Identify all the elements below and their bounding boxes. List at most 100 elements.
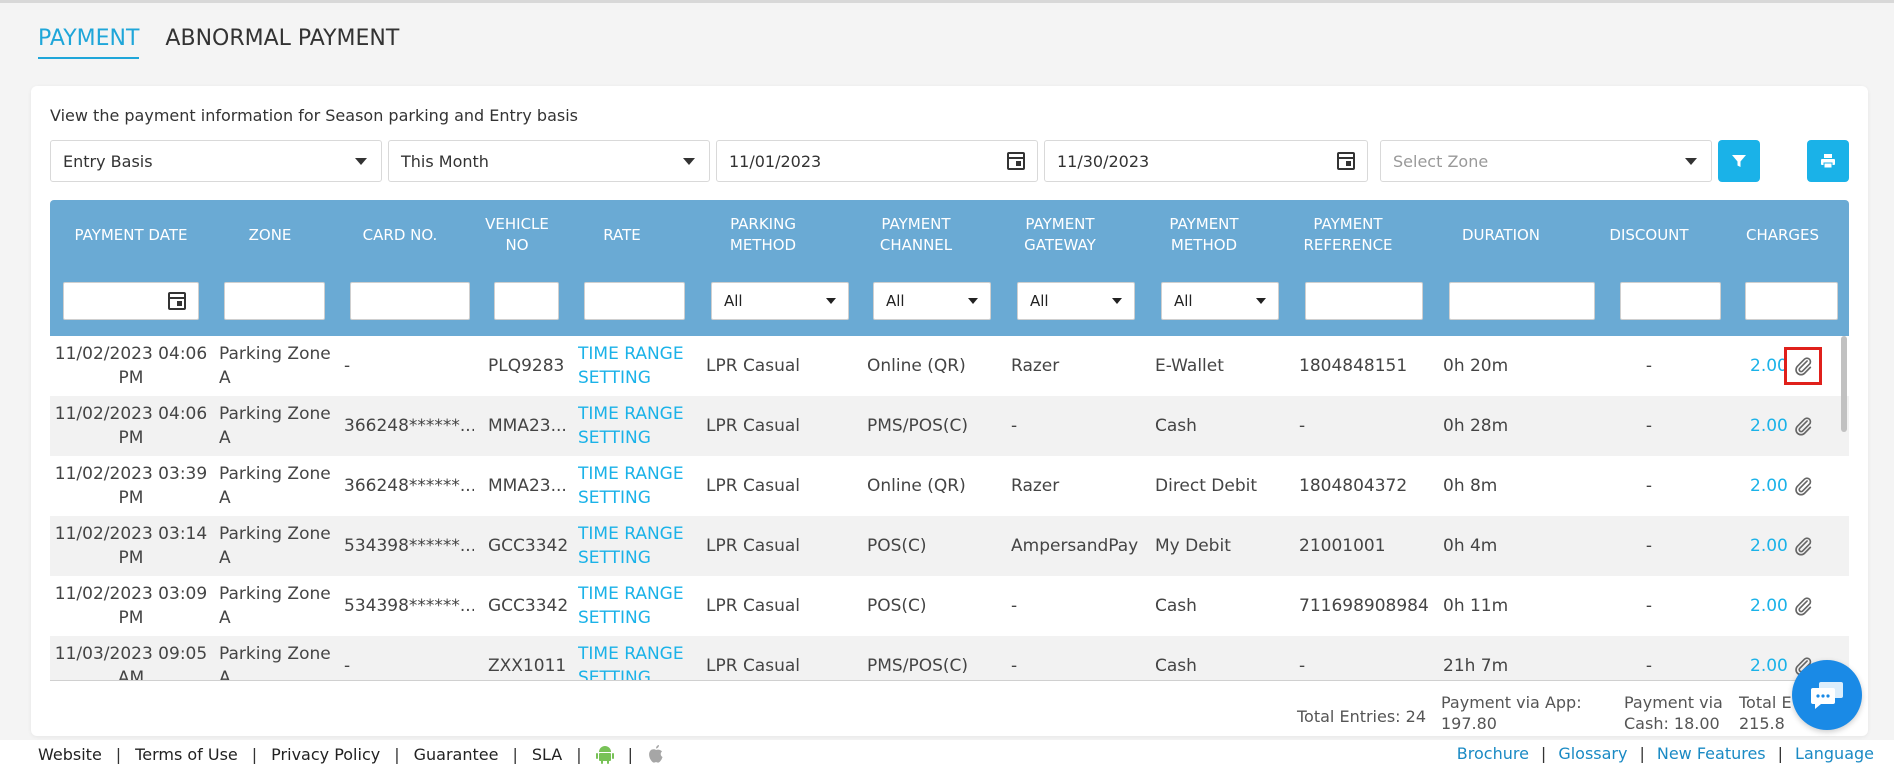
end-date-input[interactable]: 11/30/2023 (1044, 140, 1368, 182)
cell-payment-method: My Debit (1155, 536, 1231, 556)
column-header-payment-reference[interactable]: PAYMENT REFERENCE (1276, 200, 1420, 270)
payment-reference-filter-input[interactable] (1305, 282, 1423, 320)
cell-charges[interactable]: 2.00 (1750, 576, 1790, 636)
column-header-parking-method[interactable]: PARKING METHOD (682, 200, 844, 270)
attachment-button[interactable] (1791, 474, 1815, 498)
cell-payment-date: 11/03/2023 09:05 AM (54, 644, 208, 680)
payment-channel-filter-select[interactable]: All (873, 282, 991, 320)
vehicle-no-filter-input[interactable] (494, 282, 559, 320)
rate-filter-input[interactable] (584, 282, 685, 320)
cell-charges[interactable]: 2.00 (1750, 456, 1790, 516)
column-header-discount[interactable]: DISCOUNT (1582, 200, 1716, 270)
footer-link-sla[interactable]: SLA (532, 745, 562, 764)
period-select-value: This Month (401, 151, 489, 171)
calendar-icon[interactable] (168, 292, 186, 310)
table-row[interactable]: 11/02/2023 03:39 PM Parking Zone A 366248*… (50, 456, 1849, 516)
payment-channel-filter-value: All (886, 292, 905, 310)
cell-discount: - (1645, 596, 1653, 616)
table-row[interactable]: 11/02/2023 03:09 PM Parking Zone A 534398*… (50, 576, 1849, 636)
start-date-input[interactable]: 11/01/2023 (716, 140, 1038, 182)
column-header-zone[interactable]: ZONE (212, 200, 328, 270)
tab-payment[interactable]: PAYMENT (38, 26, 140, 59)
footer-link-glossary[interactable]: Glossary (1558, 744, 1627, 763)
cell-payment-channel: POS(C) (867, 596, 927, 616)
cell-zone: Parking Zone A (219, 404, 331, 448)
cell-vehicle-no: GCC3342 (488, 536, 569, 556)
card-no-filter-input[interactable] (350, 282, 470, 320)
attachment-button[interactable] (1784, 347, 1822, 385)
zone-filter-input[interactable] (224, 282, 325, 320)
cell-rate[interactable]: TIME RANGE SETTING (578, 336, 698, 396)
cell-rate[interactable]: TIME RANGE SETTING (578, 516, 698, 576)
tab-abnormal-payment[interactable]: ABNORMAL PAYMENT (165, 26, 399, 59)
payment-date-filter-input[interactable] (63, 282, 199, 320)
charges-filter-input[interactable] (1745, 282, 1838, 320)
cell-payment-gateway: - (1011, 416, 1018, 436)
column-header-vehicle-no[interactable]: VEHICLE NO (472, 200, 562, 270)
cell-charges[interactable]: 2.00 (1750, 396, 1790, 456)
cell-rate[interactable]: TIME RANGE SETTING (578, 396, 698, 456)
print-button[interactable] (1807, 140, 1849, 182)
filter-icon (1732, 155, 1746, 167)
calendar-icon[interactable] (1337, 152, 1355, 170)
attachment-button[interactable] (1791, 414, 1815, 438)
table-row[interactable]: 11/02/2023 04:06 PM Parking Zone A - PLQ92… (50, 336, 1849, 396)
column-header-payment-method[interactable]: PAYMENT METHOD (1132, 200, 1276, 270)
cell-zone: Parking Zone A (219, 584, 331, 628)
cell-charges[interactable]: 2.00 (1750, 636, 1790, 680)
footer-link-website[interactable]: Website (38, 745, 102, 764)
payment-method-filter-select[interactable]: All (1161, 282, 1279, 320)
attachment-button[interactable] (1791, 594, 1815, 618)
footer-link-brochure[interactable]: Brochure (1457, 744, 1529, 763)
table-row[interactable]: 11/02/2023 03:14 PM Parking Zone A 534398*… (50, 516, 1849, 576)
cell-discount: - (1645, 416, 1653, 436)
payment-gateway-filter-select[interactable]: All (1017, 282, 1135, 320)
footer-link-privacy-policy[interactable]: Privacy Policy (271, 745, 380, 764)
column-header-rate[interactable]: RATE (562, 200, 682, 270)
column-header-charges[interactable]: CHARGES (1716, 200, 1849, 270)
column-header-payment-channel[interactable]: PAYMENT CHANNEL (844, 200, 988, 270)
footer-link-terms-of-use[interactable]: Terms of Use (135, 745, 238, 764)
cell-discount: - (1645, 356, 1653, 376)
cell-rate[interactable]: TIME RANGE SETTING (578, 636, 698, 680)
cell-parking-method: LPR Casual (706, 476, 800, 496)
type-select[interactable]: Entry Basis (50, 140, 382, 182)
footer: Website | Terms of Use | Privacy Policy … (0, 740, 1894, 768)
zone-select[interactable]: Select Zone (1380, 140, 1712, 182)
column-header-card-no[interactable]: CARD NO. (328, 200, 472, 270)
cell-discount: - (1645, 536, 1653, 556)
cell-charges[interactable]: 2.00 (1750, 516, 1790, 576)
cell-payment-channel: Online (QR) (867, 356, 966, 376)
cell-duration: 0h 4m (1443, 536, 1498, 556)
duration-filter-input[interactable] (1449, 282, 1595, 320)
column-header-payment-gateway[interactable]: PAYMENT GATEWAY (988, 200, 1132, 270)
cell-payment-date: 11/02/2023 03:39 PM (54, 464, 208, 508)
cell-payment-channel: PMS/POS(C) (867, 416, 968, 436)
table-row[interactable]: 11/03/2023 09:05 AM Parking Zone A - ZXX10… (50, 636, 1849, 680)
footer-link-guarantee[interactable]: Guarantee (414, 745, 499, 764)
paperclip-icon (1795, 477, 1812, 496)
attachment-button[interactable] (1791, 534, 1815, 558)
column-header-payment-date[interactable]: PAYMENT DATE (50, 200, 212, 270)
table-scrollbar[interactable] (1841, 336, 1847, 432)
calendar-icon[interactable] (1007, 152, 1025, 170)
cell-card-no: 534398******... (344, 536, 474, 556)
apple-icon[interactable] (647, 744, 665, 764)
payment-gateway-filter-value: All (1030, 292, 1049, 310)
paperclip-icon (1795, 537, 1812, 556)
footer-link-language[interactable]: Language (1795, 744, 1874, 763)
column-header-duration[interactable]: DURATION (1420, 200, 1582, 270)
cell-charges[interactable]: 2.00 (1750, 336, 1790, 396)
discount-filter-input[interactable] (1620, 282, 1721, 320)
parking-method-filter-select[interactable]: All (711, 282, 849, 320)
chat-button[interactable] (1792, 660, 1862, 730)
cell-rate[interactable]: TIME RANGE SETTING (578, 456, 698, 516)
filter-button[interactable] (1718, 140, 1760, 182)
android-icon[interactable] (595, 744, 614, 764)
footer-link-new-features[interactable]: New Features (1657, 744, 1766, 763)
table-row[interactable]: 11/02/2023 04:06 PM Parking Zone A 366248*… (50, 396, 1849, 456)
cell-rate[interactable]: TIME RANGE SETTING (578, 576, 698, 636)
period-select[interactable]: This Month (388, 140, 710, 182)
cell-card-no: 366248******... (344, 476, 474, 496)
cell-vehicle-no: MMA23... (488, 416, 567, 436)
